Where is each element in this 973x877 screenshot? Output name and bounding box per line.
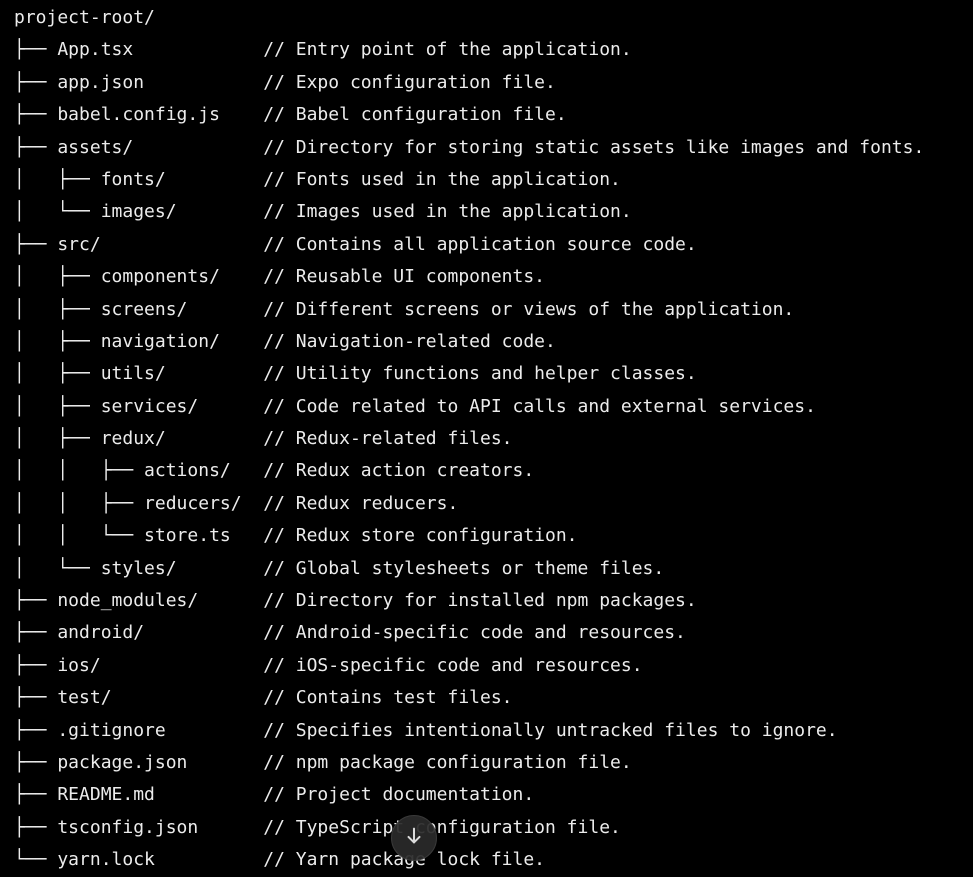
code-line: │ ├── navigation/ // Navigation-related … [14, 330, 556, 352]
code-line: │ │ └── store.ts // Redux store configur… [14, 525, 578, 547]
code-line: │ └── styles/ // Global stylesheets or t… [14, 557, 665, 579]
code-line: │ │ ├── reducers/ // Redux reducers. [14, 492, 459, 514]
code-line: ├── tsconfig.json // TypeScript configur… [14, 816, 621, 838]
code-line: │ ├── fonts/ // Fonts used in the applic… [14, 168, 621, 190]
code-line: │ ├── utils/ // Utility functions and he… [14, 363, 697, 385]
code-line: ├── src/ // Contains all application sou… [14, 233, 697, 255]
code-line: project-root/ [14, 7, 155, 28]
code-line: ├── .gitignore // Specifies intentionall… [14, 719, 838, 741]
code-line: ├── android/ // Android-specific code an… [14, 622, 686, 644]
code-line: ├── App.tsx // Entry point of the applic… [14, 39, 632, 61]
code-line: │ ├── redux/ // Redux-related files. [14, 428, 513, 450]
scroll-to-bottom-button[interactable] [391, 815, 437, 861]
code-line: ├── node_modules/ // Directory for insta… [14, 590, 697, 612]
code-line: │ └── images/ // Images used in the appl… [14, 201, 632, 223]
code-line: ├── assets/ // Directory for storing sta… [14, 136, 925, 158]
arrow-down-icon [403, 825, 425, 852]
code-line: ├── app.json // Expo configuration file. [14, 71, 556, 93]
code-line: │ ├── screens/ // Different screens or v… [14, 298, 795, 320]
code-line: │ ├── services/ // Code related to API c… [14, 395, 816, 417]
code-line: ├── test/ // Contains test files. [14, 687, 513, 709]
code-line: ├── README.md // Project documentation. [14, 784, 535, 806]
code-line: │ ├── components/ // Reusable UI compone… [14, 266, 546, 288]
code-line: └── yarn.lock // Yarn package lock file. [14, 849, 546, 871]
code-line: ├── ios/ // iOS-specific code and resour… [14, 654, 643, 676]
code-block: project-root/ ├── App.tsx // Entry point … [14, 2, 973, 877]
code-line: │ │ ├── actions/ // Redux action creator… [14, 460, 535, 482]
code-line: ├── babel.config.js // Babel configurati… [14, 104, 567, 126]
code-line: ├── package.json // npm package configur… [14, 751, 632, 773]
